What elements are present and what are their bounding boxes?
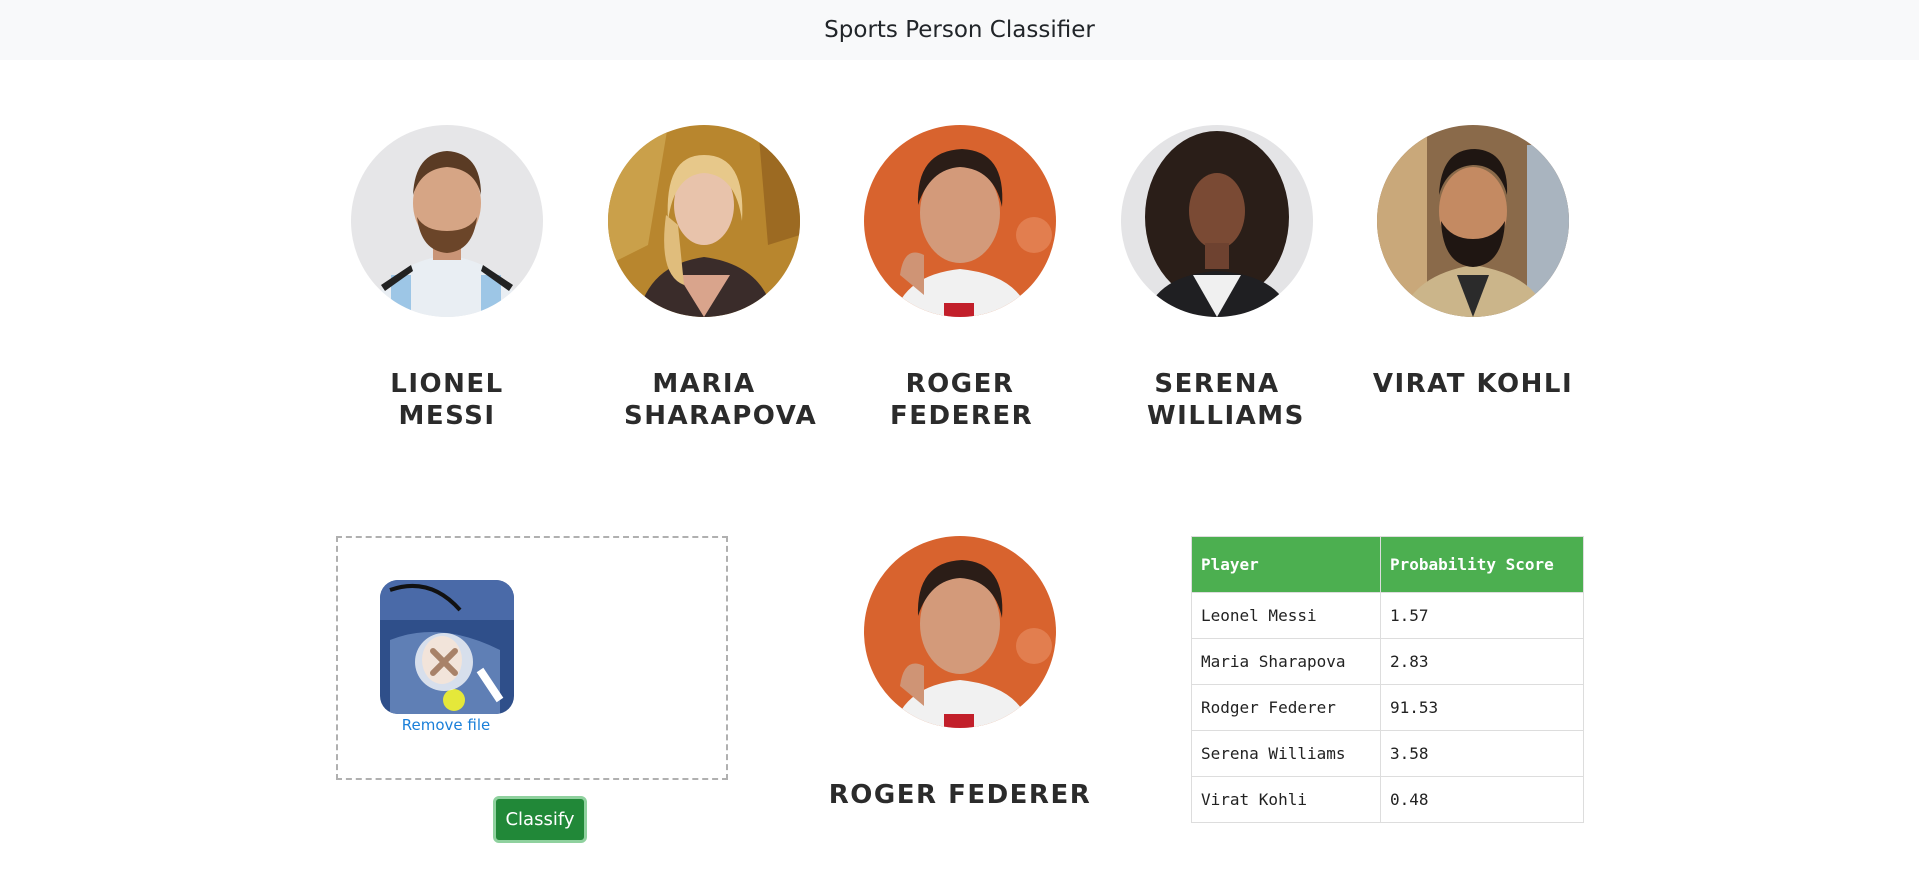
result-player-name: ROGER FEDERER (828, 780, 1092, 810)
cell-player: Virat Kohli (1191, 776, 1381, 823)
close-icon[interactable] (415, 633, 473, 691)
cell-score: 0.48 (1380, 776, 1584, 823)
cell-player: Rodger Federer (1191, 684, 1381, 731)
navbar: Sports Person Classifier (0, 0, 1919, 60)
table-row: Maria Sharapova 2.83 (1191, 638, 1584, 685)
player-photo-kohli (1377, 125, 1569, 317)
result-player-photo (864, 536, 1056, 728)
player-name-sharapova: Maria Sharapova (624, 369, 818, 431)
player-name-federer: Roger Federer (890, 369, 1034, 431)
cell-score: 3.58 (1380, 730, 1584, 777)
probability-table: Player Probability Score Leonel Messi 1.… (1191, 536, 1584, 823)
table-row: Rodger Federer 91.53 (1191, 684, 1584, 731)
column-header-player: Player (1191, 536, 1381, 593)
table-row: Virat Kohli 0.48 (1191, 776, 1584, 823)
cell-player: Leonel Messi (1191, 592, 1381, 639)
cell-score: 2.83 (1380, 638, 1584, 685)
app-title[interactable]: Sports Person Classifier (824, 17, 1095, 43)
player-photo-sharapova (608, 125, 800, 317)
upload-dropzone[interactable] (336, 536, 728, 780)
remove-file-link[interactable]: Remove file (376, 716, 516, 734)
player-photo-messi (351, 125, 543, 317)
player-photo-serena (1121, 125, 1313, 317)
cell-player: Maria Sharapova (1191, 638, 1381, 685)
player-name-messi: Lionel Messi (390, 369, 504, 431)
column-header-probability: Probability Score (1380, 536, 1584, 593)
player-photo-federer (864, 125, 1056, 317)
cell-score: 1.57 (1380, 592, 1584, 639)
player-name-serena: Serena Williams (1147, 369, 1305, 431)
player-name-kohli: Virat Kohli (1372, 369, 1574, 399)
cell-player: Serena Williams (1191, 730, 1381, 777)
cell-score: 91.53 (1380, 684, 1584, 731)
classify-button[interactable]: Classify (493, 796, 587, 843)
table-header-row: Player Probability Score (1191, 536, 1584, 593)
table-row: Leonel Messi 1.57 (1191, 592, 1584, 639)
table-row: Serena Williams 3.58 (1191, 730, 1584, 777)
